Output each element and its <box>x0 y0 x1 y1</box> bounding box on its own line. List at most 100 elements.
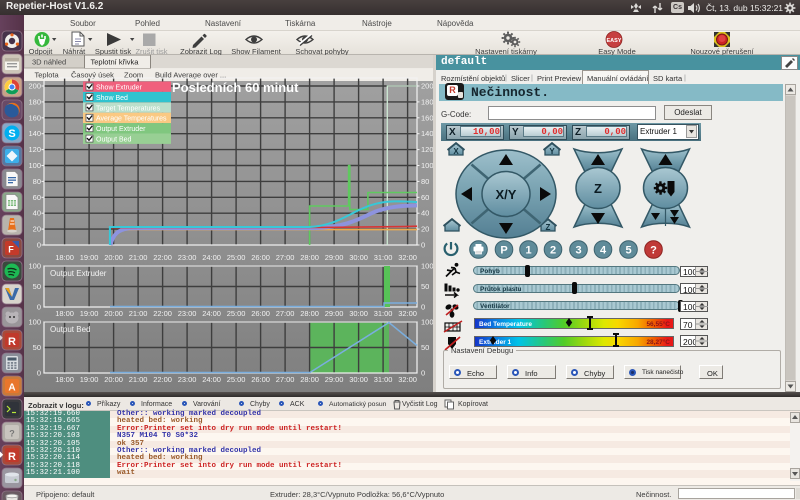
svg-text:25:00: 25:00 <box>227 375 246 384</box>
svg-text:0: 0 <box>37 369 41 378</box>
svg-text:32:00: 32:00 <box>398 253 417 262</box>
svg-text:R: R <box>8 451 16 463</box>
svg-text:160: 160 <box>421 113 433 122</box>
svg-text:100: 100 <box>28 161 41 170</box>
svg-text:50: 50 <box>421 282 429 291</box>
svg-text:200: 200 <box>421 82 433 91</box>
svg-text:25:00: 25:00 <box>227 309 246 318</box>
svg-text:60: 60 <box>421 193 429 202</box>
svg-text:22:00: 22:00 <box>153 253 172 262</box>
svg-text:0: 0 <box>421 241 425 250</box>
svg-text:23:00: 23:00 <box>178 253 197 262</box>
svg-text:F: F <box>8 245 14 255</box>
svg-text:80: 80 <box>421 177 429 186</box>
svg-text:S: S <box>8 128 15 140</box>
svg-text:R: R <box>8 336 16 348</box>
svg-text:24:00: 24:00 <box>202 375 221 384</box>
svg-text:Teplotní křivka: Teplotní křivka <box>91 58 140 67</box>
svg-text:0: 0 <box>421 303 425 312</box>
svg-text:Target Temperatures: Target Temperatures <box>96 105 161 112</box>
svg-text:27:00: 27:00 <box>276 375 295 384</box>
svg-text:29:00: 29:00 <box>325 309 344 318</box>
svg-text:A: A <box>8 383 15 394</box>
svg-text:Show Bed: Show Bed <box>96 95 128 102</box>
svg-text:140: 140 <box>421 129 433 138</box>
svg-text:100: 100 <box>28 318 41 327</box>
svg-text:20:00: 20:00 <box>104 375 123 384</box>
svg-text:Z: Z <box>594 181 602 196</box>
svg-text:40: 40 <box>421 209 429 218</box>
svg-text:18:00: 18:00 <box>55 309 74 318</box>
svg-text:21:00: 21:00 <box>129 253 148 262</box>
svg-text:25:00: 25:00 <box>227 253 246 262</box>
svg-text:27:00: 27:00 <box>276 309 295 318</box>
svg-text:26:00: 26:00 <box>251 375 270 384</box>
svg-text:1: 1 <box>525 245 531 257</box>
svg-text:26:00: 26:00 <box>251 253 270 262</box>
svg-text:X/Y: X/Y <box>496 187 517 202</box>
svg-text:29:00: 29:00 <box>325 253 344 262</box>
svg-text:Posledních 60 minut: Posledních 60 minut <box>172 80 299 95</box>
svg-text:23:00: 23:00 <box>178 309 197 318</box>
svg-text:Output Bed: Output Bed <box>96 137 132 144</box>
svg-text:24:00: 24:00 <box>202 253 221 262</box>
svg-text:19:00: 19:00 <box>80 375 99 384</box>
svg-text:Output Extruder: Output Extruder <box>50 269 107 278</box>
svg-text:32:00: 32:00 <box>398 309 417 318</box>
svg-text:0: 0 <box>421 369 425 378</box>
svg-text:0: 0 <box>37 241 41 250</box>
svg-text:22:00: 22:00 <box>153 309 172 318</box>
svg-text:80: 80 <box>33 177 41 186</box>
svg-text:Z: Z <box>546 223 551 232</box>
svg-text:180: 180 <box>421 97 433 106</box>
svg-text:31:00: 31:00 <box>374 253 393 262</box>
svg-text:EASY: EASY <box>607 38 622 44</box>
svg-text:28:00: 28:00 <box>300 309 319 318</box>
svg-text:120: 120 <box>28 145 41 154</box>
svg-text:4: 4 <box>600 245 607 257</box>
svg-text:50: 50 <box>421 343 429 352</box>
svg-text:?: ? <box>650 245 657 257</box>
svg-text:2: 2 <box>550 245 556 257</box>
svg-text:X: X <box>453 147 459 156</box>
svg-text:18:00: 18:00 <box>55 253 74 262</box>
svg-text:Average Temperatures: Average Temperatures <box>96 116 167 123</box>
svg-text:50: 50 <box>33 282 41 291</box>
svg-text:?: ? <box>9 429 15 439</box>
svg-text:21:00: 21:00 <box>129 309 148 318</box>
svg-text:180: 180 <box>28 97 41 106</box>
svg-text:120: 120 <box>421 145 433 154</box>
svg-text:100: 100 <box>421 262 433 271</box>
svg-text:40: 40 <box>33 209 41 218</box>
svg-text:22:00: 22:00 <box>153 375 172 384</box>
svg-text:30:00: 30:00 <box>349 375 368 384</box>
svg-text:19:00: 19:00 <box>80 309 99 318</box>
svg-text:Y: Y <box>549 147 555 156</box>
svg-text:60: 60 <box>33 193 41 202</box>
svg-text:20: 20 <box>421 225 429 234</box>
svg-text:0: 0 <box>37 303 41 312</box>
svg-text:31:00: 31:00 <box>374 375 393 384</box>
svg-text:30:00: 30:00 <box>349 309 368 318</box>
svg-text:P: P <box>500 245 507 257</box>
svg-text:20:00: 20:00 <box>104 309 123 318</box>
svg-text:100: 100 <box>421 318 433 327</box>
svg-text:30:00: 30:00 <box>349 253 368 262</box>
svg-text:31:00: 31:00 <box>374 309 393 318</box>
svg-text:18:00: 18:00 <box>55 375 74 384</box>
svg-text:200: 200 <box>28 82 41 91</box>
svg-text:140: 140 <box>28 129 41 138</box>
svg-text:3: 3 <box>575 245 581 257</box>
svg-text:20:00: 20:00 <box>104 253 123 262</box>
svg-text:Show Extruder: Show Extruder <box>96 85 143 92</box>
svg-text:100: 100 <box>421 161 433 170</box>
svg-text:21:00: 21:00 <box>129 375 148 384</box>
svg-text:28:00: 28:00 <box>300 253 319 262</box>
svg-text:19:00: 19:00 <box>80 253 99 262</box>
svg-text:26:00: 26:00 <box>251 309 270 318</box>
svg-text:100: 100 <box>28 262 41 271</box>
svg-text:27:00: 27:00 <box>276 253 295 262</box>
svg-text:Output Bed: Output Bed <box>50 325 90 334</box>
svg-text:24:00: 24:00 <box>202 309 221 318</box>
svg-text:20: 20 <box>33 225 41 234</box>
